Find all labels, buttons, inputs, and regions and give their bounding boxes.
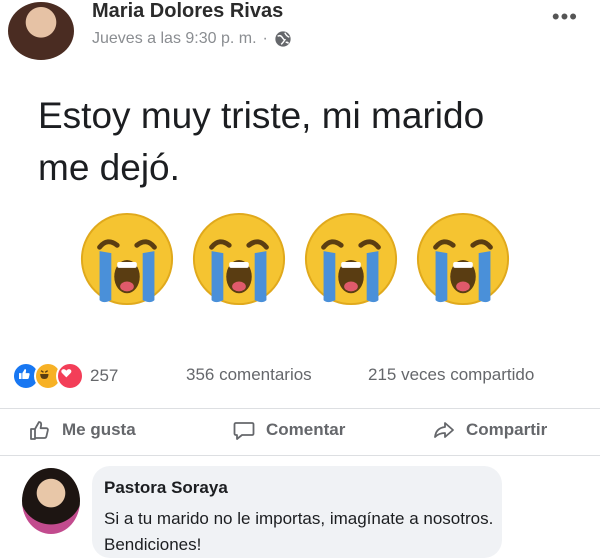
post-text: Estoy muy triste, mi marido me dejó. xyxy=(38,90,568,194)
more-options-button[interactable]: ••• xyxy=(552,4,578,30)
loudly-crying-face-icon xyxy=(80,212,174,306)
reactions-summary[interactable]: 257 xyxy=(12,362,118,390)
loudly-crying-face-icon xyxy=(192,212,286,306)
post-text-line-2: me dejó. xyxy=(38,147,180,188)
post-author-name[interactable]: Maria Dolores Rivas xyxy=(92,0,283,23)
comment-bubble: Pastora Soraya Si a tu marido no le impo… xyxy=(92,466,502,558)
post-stats: 257 356 comentarios 215 veces compartido xyxy=(12,362,592,392)
post-text-line-1: Estoy muy triste, mi marido xyxy=(38,95,485,136)
share-button[interactable]: Compartir xyxy=(432,418,547,442)
like-button[interactable]: Me gusta xyxy=(28,418,136,442)
post-meta: Jueves a las 9:30 p. m. · xyxy=(92,30,292,48)
comment-text: Si a tu marido no le importas, imagínate… xyxy=(104,509,494,554)
emoji-row xyxy=(78,210,518,316)
loudly-crying-face-icon xyxy=(416,212,510,306)
comment-bubble-icon xyxy=(233,422,255,440)
comment-button[interactable]: Comentar xyxy=(232,418,345,442)
facebook-post: Maria Dolores Rivas Jueves a las 9:30 p.… xyxy=(0,0,600,558)
author-avatar[interactable] xyxy=(8,2,74,60)
like-button-label: Me gusta xyxy=(62,420,136,439)
reaction-count: 257 xyxy=(90,366,119,385)
share-button-label: Compartir xyxy=(466,420,548,439)
love-icon xyxy=(56,362,84,390)
commenter-name[interactable]: Pastora Soraya xyxy=(104,478,228,498)
globe-icon[interactable] xyxy=(274,30,292,48)
post-timestamp[interactable]: Jueves a las 9:30 p. m. xyxy=(92,30,257,48)
comment-button-label: Comentar xyxy=(266,420,346,439)
action-bar: Me gusta Comentar Compartir xyxy=(0,408,600,456)
comments-count-link[interactable]: 356 comentarios xyxy=(186,365,312,385)
thumbs-up-icon xyxy=(30,421,49,440)
commenter-avatar[interactable] xyxy=(22,468,80,534)
loudly-crying-face-icon xyxy=(304,212,398,306)
shares-count-link[interactable]: 215 veces compartido xyxy=(368,365,534,385)
meta-separator: · xyxy=(262,30,268,47)
share-arrow-icon xyxy=(434,422,454,438)
